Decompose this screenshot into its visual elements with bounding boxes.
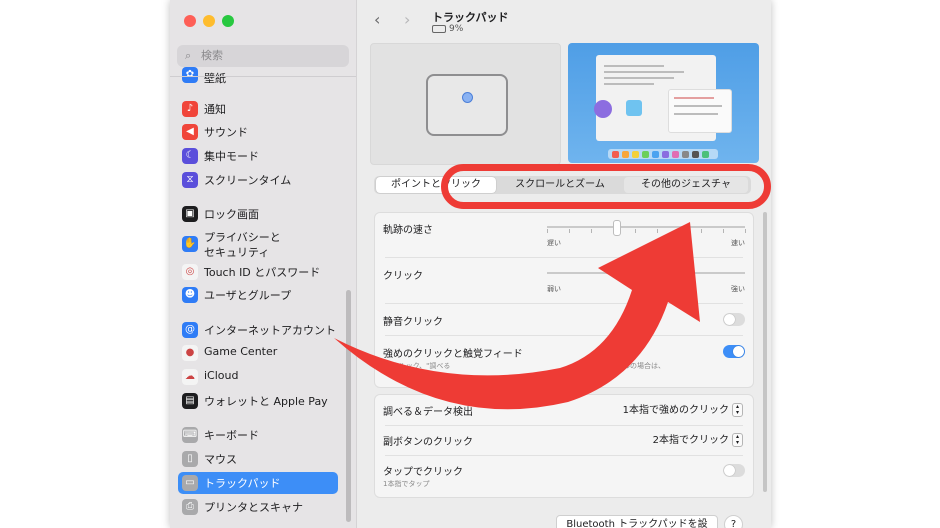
annotation-arrow [334, 222, 700, 410]
arrow-shape [334, 222, 700, 410]
